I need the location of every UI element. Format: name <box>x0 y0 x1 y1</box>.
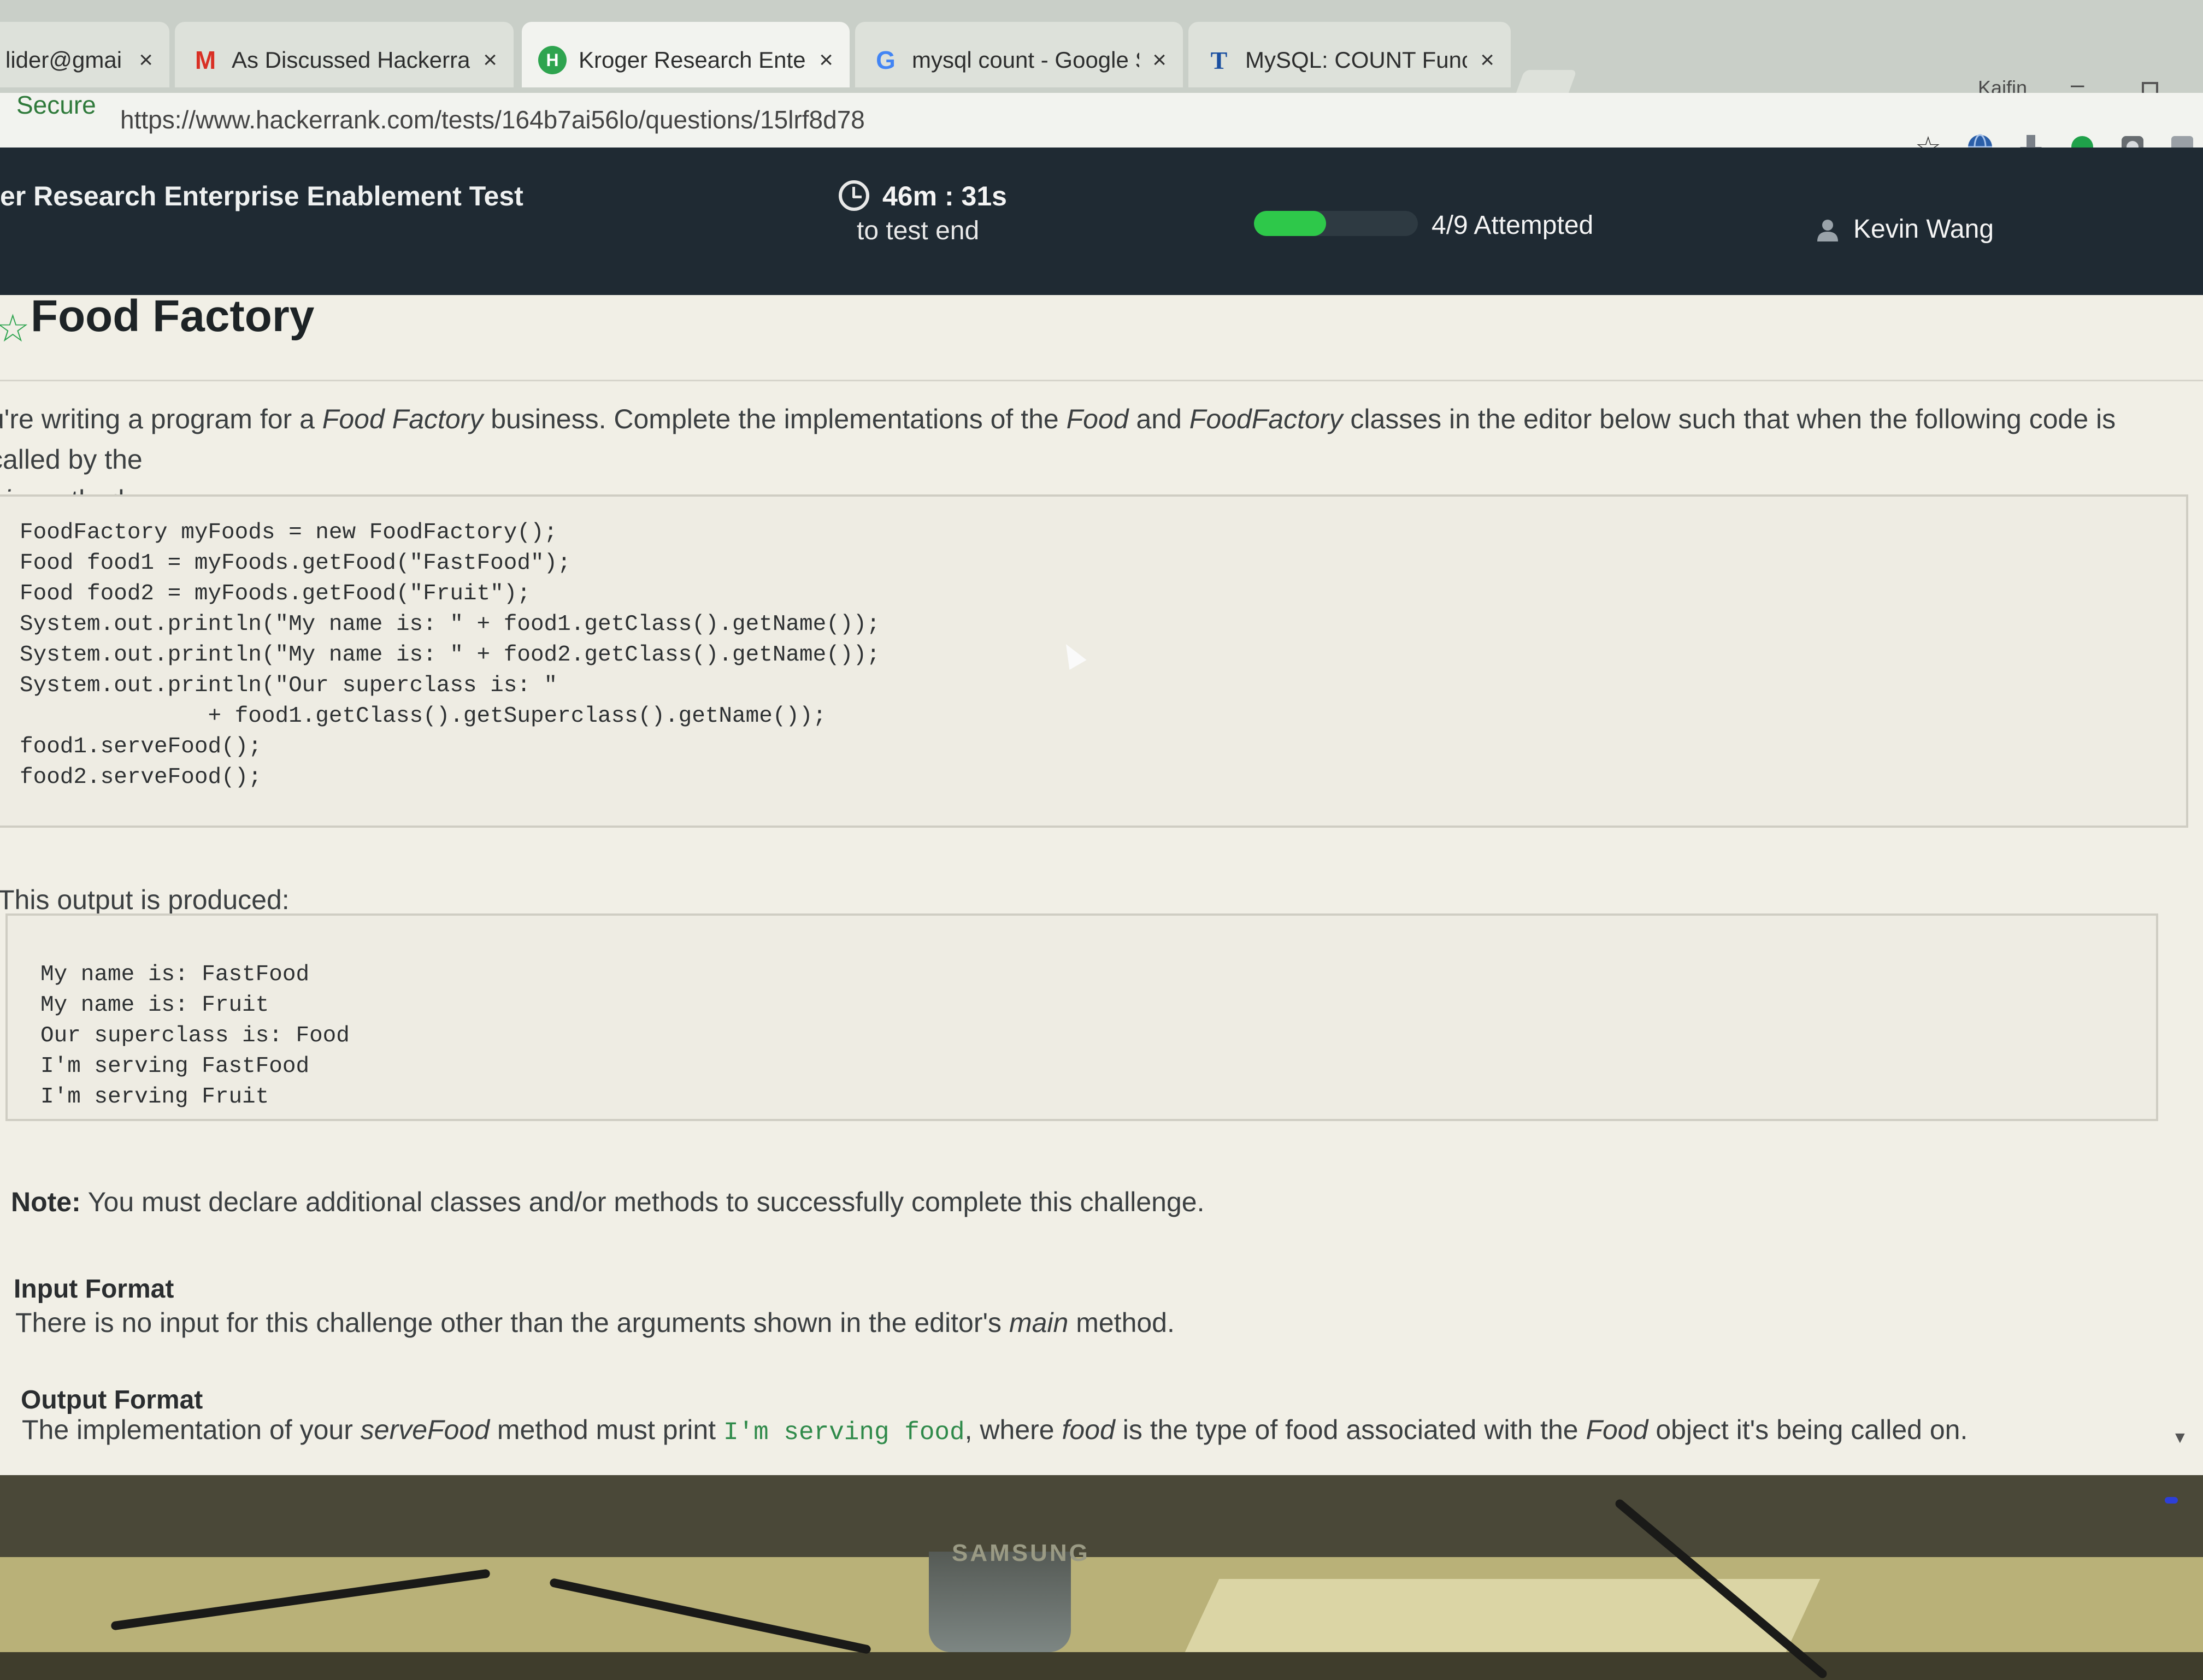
progress-bar <box>1254 211 1418 236</box>
tab-title: Kroger Research Enterpri <box>579 47 806 73</box>
tab-close-icon[interactable]: × <box>1480 46 1494 74</box>
tab-email[interactable]: lider@gmai × <box>0 22 169 87</box>
intro-emphasis: FoodFactory <box>1189 404 1343 434</box>
input-format-heading: Input Format <box>14 1275 174 1304</box>
tab-close-icon[interactable]: × <box>483 46 497 74</box>
output-text: object it's being called on. <box>1648 1414 1968 1445</box>
user-icon[interactable] <box>1815 217 1840 243</box>
output-format-text: The implementation of your serveFood met… <box>22 1410 1968 1453</box>
star-icon[interactable]: ☆ <box>0 306 30 351</box>
output-line: My name is: Fruit <box>40 993 269 1018</box>
intro-text: business. Complete the implementations o… <box>483 404 1067 434</box>
output-line: Our superclass is: Food <box>40 1023 350 1048</box>
output-line: My name is: FastFood <box>40 962 310 987</box>
output-text: The implementation of your <box>22 1414 361 1445</box>
progress-fill <box>1254 211 1326 236</box>
power-led <box>2165 1497 2178 1504</box>
code-line: System.out.println("My name is: " + food… <box>20 642 880 668</box>
intro-text: and <box>1128 404 1189 434</box>
tab-hackerrank[interactable]: H Kroger Research Enterpri × <box>522 22 850 87</box>
output-line: I'm serving Fruit <box>40 1084 269 1110</box>
output-text: , where <box>964 1414 1062 1445</box>
question-title: Food Factory <box>31 291 315 341</box>
user-name[interactable]: Kevin Wang <box>1853 214 1994 244</box>
monitor-bezel <box>0 1475 2203 1557</box>
inline-code: I'm serving food <box>723 1418 965 1447</box>
tab-title: MySQL: COUNT Function <box>1245 47 1467 73</box>
code-sample: FoodFactory myFoods = new FoodFactory();… <box>0 494 2188 828</box>
code-line: System.out.println("Our superclass is: " <box>20 673 558 698</box>
techonthenet-icon: T <box>1210 46 1228 74</box>
monitor-brand: SAMSUNG <box>952 1540 1090 1566</box>
note-text: You must declare additional classes and/… <box>80 1187 1205 1217</box>
code-line: System.out.println("My name is: " + food… <box>20 612 880 637</box>
timer-subtitle: to test end <box>857 216 980 245</box>
code-line: + food1.getClass().getSuperclass().getNa… <box>20 704 827 729</box>
google-icon: G <box>876 46 896 74</box>
code-line: Food food1 = myFoods.getFood("FastFood")… <box>20 551 571 576</box>
output-emphasis: serveFood <box>360 1414 490 1445</box>
input-format-text: There is no input for this challenge oth… <box>15 1302 1175 1343</box>
scroll-down-icon[interactable]: ▼ <box>2172 1429 2188 1447</box>
output-line: I'm serving FastFood <box>40 1054 310 1079</box>
code-line: food2.serveFood(); <box>20 765 262 790</box>
output-emphasis: Food <box>1586 1414 1648 1445</box>
hackerrank-icon: H <box>538 46 567 74</box>
tab-google[interactable]: G mysql count - Google Se × <box>855 22 1183 87</box>
tab-mysql[interactable]: T MySQL: COUNT Function × <box>1188 22 1511 87</box>
gmail-icon: M <box>195 46 216 74</box>
tab-title: As Discussed Hackerrank <box>232 47 470 73</box>
output-text: method must print <box>490 1414 723 1445</box>
code-line: FoodFactory myFoods = new FoodFactory(); <box>20 520 558 545</box>
tab-close-icon[interactable]: × <box>819 46 833 74</box>
tab-title: lider@gmai <box>5 47 122 73</box>
test-title: er Research Enterprise Enablement Test <box>0 181 523 211</box>
secure-label[interactable]: Secure <box>16 90 96 120</box>
input-emphasis: main <box>1009 1307 1069 1338</box>
attempted-count[interactable]: 4/9 Attempted <box>1432 210 1593 240</box>
tab-gmail[interactable]: M As Discussed Hackerrank × <box>175 22 514 87</box>
desk <box>0 1557 2203 1652</box>
tab-title: mysql count - Google Se <box>912 47 1140 73</box>
divider <box>0 380 2203 381</box>
browser-tab-bar: lider@gmai × M As Discussed Hackerrank ×… <box>0 0 2203 101</box>
monitor-screen: lider@gmai × M As Discussed Hackerrank ×… <box>0 0 2203 1475</box>
intro-emphasis: Food <box>1066 404 1129 434</box>
url-field[interactable]: https://www.hackerrank.com/tests/164b7ai… <box>120 105 865 134</box>
timer-value: 46m : 31s <box>882 181 1007 211</box>
note: Note: You must declare additional classe… <box>11 1182 1204 1222</box>
tab-close-icon[interactable]: × <box>139 46 153 74</box>
code-line: Food food2 = myFoods.getFood("Fruit"); <box>20 581 531 606</box>
intro-text: u're writing a program for a <box>0 404 322 434</box>
input-text: method. <box>1068 1307 1175 1338</box>
output-text: is the type of food associated with the <box>1115 1414 1586 1445</box>
intro-emphasis: Food Factory <box>322 404 484 434</box>
output-sample: My name is: FastFood My name is: Fruit O… <box>5 913 2158 1121</box>
code-line: food1.serveFood(); <box>20 734 262 759</box>
note-label: Note: <box>11 1187 81 1217</box>
clock-icon <box>839 180 869 211</box>
input-text: There is no input for this challenge oth… <box>15 1307 1009 1338</box>
tab-close-icon[interactable]: × <box>1152 46 1167 74</box>
output-emphasis: food <box>1062 1414 1115 1445</box>
